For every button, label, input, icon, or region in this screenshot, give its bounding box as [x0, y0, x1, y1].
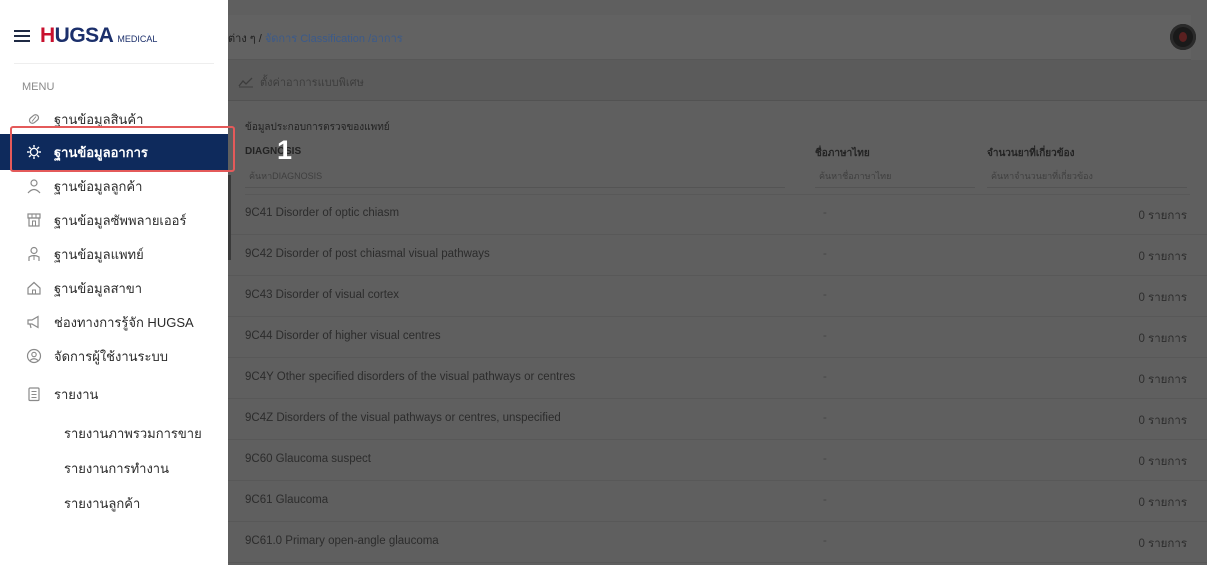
column-header-thai-name[interactable]: ชื่อภาษาไทย — [815, 146, 870, 161]
thai-name-cell: - — [823, 371, 827, 383]
sidebar-item-customers[interactable]: ฐานข้อมูลลูกค้า — [0, 170, 228, 202]
thai-name-filter-input[interactable] — [815, 164, 975, 188]
logo-subtitle: MEDICAL — [117, 34, 158, 44]
user-circle-icon — [26, 348, 42, 364]
thai-name-cell: - — [823, 289, 827, 301]
breadcrumb-prefix: ต่าง ๆ / — [228, 33, 265, 45]
brand: HUGSA MEDICAL — [14, 22, 157, 50]
table-row[interactable]: 9C43 Disorder of visual cortex - 0 รายการ — [228, 277, 1207, 317]
customer-icon — [26, 178, 42, 194]
pill-icon — [26, 111, 42, 127]
sidebar-item-doctors[interactable]: ฐานข้อมูลแพทย์ — [0, 238, 228, 270]
diagnosis-cell: 9C60 Glaucoma suspect — [245, 453, 371, 465]
breadcrumb-link[interactable]: จัดการ Classification /อาการ — [265, 33, 403, 45]
thai-name-cell: - — [823, 330, 827, 342]
diagnosis-cell: 9C43 Disorder of visual cortex — [245, 289, 400, 301]
tab-special-label: ตั้งค่าอาการแบบพิเศษ — [260, 77, 364, 89]
menu-label: MENU — [22, 81, 55, 93]
thai-name-cell: - — [823, 453, 827, 465]
section-title: ข้อมูลประกอบการตรวจของแพทย์ — [245, 122, 390, 133]
tab-row: ตั้งค่าอาการแบบพิเศษ — [228, 60, 1207, 101]
sidebar-item-label: ฐานข้อมูลลูกค้า — [54, 178, 143, 194]
diagnosis-cell: 9C61 Glaucoma — [245, 494, 329, 506]
top-bar: ต่าง ๆ / จัดการ Classification /อาการ — [228, 15, 1191, 60]
related-count-cell: 0 รายการ — [1138, 497, 1187, 509]
sidebar: HUGSA MEDICAL MENU ฐานข้อมูลสินค้า ฐานข้… — [0, 0, 228, 565]
diagnosis-cell: 9C41 Disorder of optic chiasm — [245, 207, 400, 219]
column-header-related-count[interactable]: จำนวนยาที่เกี่ยวข้อง — [987, 146, 1075, 161]
table-row[interactable]: 9C4Z Disorders of the visual pathways or… — [228, 400, 1207, 440]
sidebar-item-label: ฐานข้อมูลซัพพลายเออร์ — [54, 212, 187, 228]
thai-name-cell: - — [823, 207, 827, 219]
thai-name-cell: - — [823, 248, 827, 260]
related-count-cell: 0 รายการ — [1138, 333, 1187, 345]
table-row[interactable]: 9C44 Disorder of higher visual centres - 0… — [228, 318, 1207, 358]
table-row[interactable]: 9C4Y Other specified disorders of the vi… — [228, 359, 1207, 399]
table-row[interactable]: 9C60 Glaucoma suspect - 0 รายการ — [228, 441, 1207, 481]
megaphone-icon — [26, 314, 42, 330]
sidebar-item-label: ฐานข้อมูลสาขา — [54, 280, 143, 296]
sidebar-item-suppliers[interactable]: ฐานข้อมูลซัพพลายเออร์ — [0, 204, 228, 236]
scrollbar-thumb[interactable] — [228, 175, 231, 260]
sidebar-item-user-management[interactable]: จัดการผู้ใช้งานระบบ — [0, 340, 228, 372]
diagnosis-cell: 9C44 Disorder of higher visual centres — [245, 330, 441, 342]
sidebar-subitem-sales-overview[interactable]: รายงานภาพรวมการขาย — [64, 423, 202, 444]
related-count-cell: 0 รายการ — [1138, 538, 1187, 550]
sidebar-item-label: ฐานข้อมูลแพทย์ — [54, 246, 144, 262]
sidebar-item-label: รายงาน — [54, 386, 99, 402]
report-icon — [26, 386, 42, 402]
diagnosis-filter-input[interactable] — [245, 164, 785, 188]
diagnosis-cell: 9C42 Disorder of post chiasmal visual pa… — [245, 248, 490, 260]
chart-line-icon — [238, 76, 254, 88]
diagnosis-cell: 9C61.0 Primary open-angle glaucoma — [245, 535, 439, 547]
sidebar-item-reports[interactable]: รายงาน — [0, 378, 228, 410]
table-row[interactable]: 9C42 Disorder of post chiasmal visual pa… — [228, 236, 1207, 276]
diagnosis-cell: 9C4Z Disorders of the visual pathways or… — [245, 412, 561, 424]
hamburger-menu-icon[interactable] — [14, 29, 30, 43]
table-row[interactable]: 9C61 Glaucoma - 0 รายการ — [228, 482, 1207, 522]
store-icon — [26, 212, 42, 228]
related-count-cell: 0 รายการ — [1138, 456, 1187, 468]
table-row[interactable]: 9C41 Disorder of optic chiasm - 0 รายการ — [228, 195, 1207, 235]
related-count-cell: 0 รายการ — [1138, 210, 1187, 222]
sidebar-subitem-work-report[interactable]: รายงานการทำงาน — [64, 458, 169, 479]
diagnosis-cell: 9C4Y Other specified disorders of the vi… — [245, 371, 576, 383]
table-row[interactable]: 9C61.0 Primary open-angle glaucoma - 0 ราย… — [228, 523, 1207, 563]
thai-name-cell: - — [823, 535, 827, 547]
sidebar-item-label: จัดการผู้ใช้งานระบบ — [54, 348, 169, 364]
avatar[interactable] — [1170, 24, 1196, 50]
related-count-cell: 0 รายการ — [1138, 251, 1187, 263]
related-count-cell: 0 รายการ — [1138, 292, 1187, 304]
thai-name-cell: - — [823, 494, 827, 506]
column-header-diagnosis[interactable]: DIAGNOSIS — [245, 146, 301, 157]
highlight-box — [10, 126, 235, 172]
sidebar-subitem-customer-report[interactable]: รายงานลูกค้า — [64, 493, 140, 514]
step-number: 1 — [277, 135, 293, 165]
tab-special-settings[interactable]: ตั้งค่าอาการแบบพิเศษ — [238, 73, 364, 91]
sidebar-item-label: ช่องทางการรู้จัก HUGSA — [54, 314, 194, 330]
thai-name-cell: - — [823, 412, 827, 424]
related-count-cell: 0 รายการ — [1138, 374, 1187, 386]
sidebar-item-channels[interactable]: ช่องทางการรู้จัก HUGSA — [0, 306, 228, 338]
sidebar-item-branches[interactable]: ฐานข้อมูลสาขา — [0, 272, 228, 304]
doctor-icon — [26, 246, 42, 262]
divider — [14, 63, 214, 64]
related-count-filter-input[interactable] — [987, 164, 1187, 188]
home-icon — [26, 280, 42, 296]
related-count-cell: 0 รายการ — [1138, 415, 1187, 427]
breadcrumb: ต่าง ๆ / จัดการ Classification /อาการ — [228, 29, 403, 47]
logo: HUGSA — [40, 24, 114, 47]
